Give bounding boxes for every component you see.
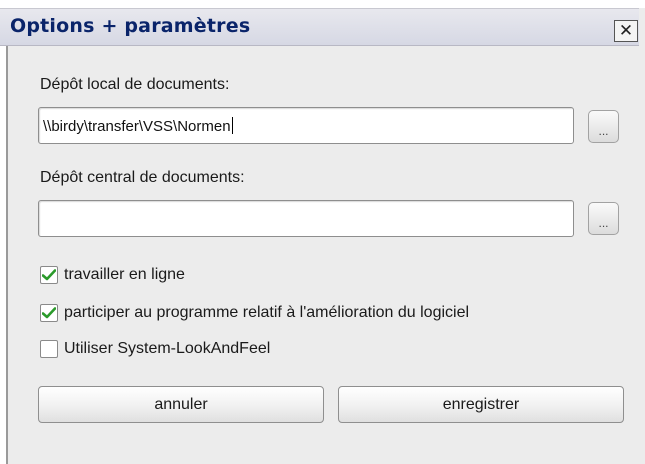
local-repo-value: \\birdy\transfer\VSS\Normen [43, 118, 231, 135]
system-look-and-feel-label: Utiliser System-LookAndFeel [64, 340, 271, 357]
check-icon [42, 269, 56, 281]
central-repo-browse-button[interactable]: ... [588, 202, 619, 235]
work-online-checkbox[interactable] [40, 266, 58, 284]
work-online-label: travailler en ligne [64, 266, 185, 283]
title-bar[interactable]: Options + paramètres ✕ [0, 8, 639, 46]
central-repo-label: Dépôt central de documents: [40, 169, 245, 186]
local-repo-input[interactable]: \\birdy\transfer\VSS\Normen [38, 107, 574, 144]
dialog-title: Options + paramètres [10, 15, 251, 37]
central-repo-input[interactable] [38, 200, 574, 237]
text-caret [231, 117, 233, 134]
option-improvement-program[interactable]: participer au programme relatif à l'amél… [40, 302, 469, 324]
close-button[interactable]: ✕ [614, 20, 638, 42]
cancel-button[interactable]: annuler [38, 386, 324, 423]
option-system-look-and-feel[interactable]: Utiliser System-LookAndFeel [40, 338, 270, 360]
close-icon: ✕ [618, 21, 634, 41]
improvement-program-label: participer au programme relatif à l'amél… [64, 304, 470, 321]
local-repo-browse-button[interactable]: ... [588, 110, 619, 143]
improvement-program-checkbox[interactable] [40, 304, 58, 322]
option-work-online[interactable]: travailler en ligne [40, 264, 185, 286]
check-icon [42, 307, 56, 319]
cancel-button-label: annuler [154, 395, 208, 413]
local-repo-label: Dépôt local de documents: [40, 76, 230, 93]
save-button-label: enregistrer [442, 395, 520, 413]
system-look-and-feel-checkbox[interactable] [40, 340, 58, 358]
save-button[interactable]: enregistrer [338, 386, 624, 423]
